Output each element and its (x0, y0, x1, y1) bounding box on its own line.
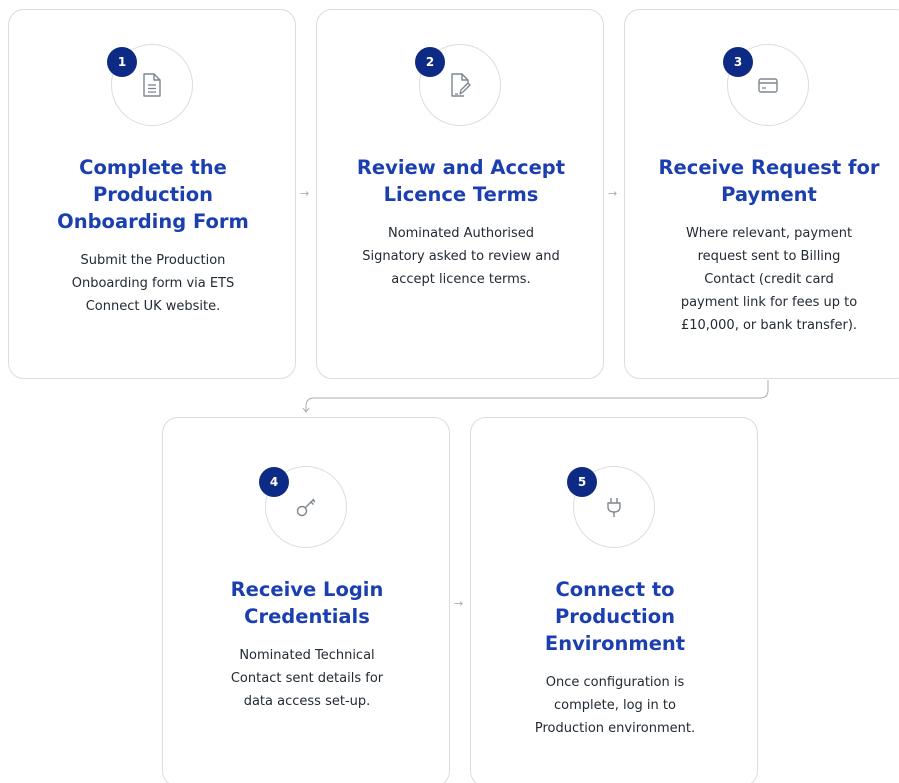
step-5-desc-line: complete, log in to (554, 698, 676, 713)
step-4-desc-line: Nominated Technical (239, 648, 375, 663)
step-5-title-line: Connect to (555, 578, 675, 601)
arrow-4-to-5: → (454, 597, 464, 610)
step-card-5: 5 Connect to Production Environment Once… (470, 417, 758, 783)
step-4-title-line: Credentials (244, 605, 370, 628)
key-icon (296, 498, 316, 517)
step-4-desc-line: data access set-up. (243, 694, 371, 709)
step-5-number-badge: 5 (567, 467, 597, 497)
step-4-desc-line: Contact sent details for (230, 671, 384, 686)
step-5-desc-line: Once configuration is (545, 675, 685, 690)
step-4-title-line: Receive Login (230, 578, 384, 601)
step-5-title-line: Production (555, 605, 675, 628)
step-4-title: Receive Login Credentials (163, 576, 451, 630)
step-4-number-badge: 4 (259, 467, 289, 497)
step-card-4: 4 Receive Login Credentials Nominated Te… (162, 417, 450, 783)
step-5-title: Connect to Production Environment (471, 576, 759, 657)
plug-icon (607, 498, 621, 517)
step-4-description: Nominated Technical Contact sent details… (163, 644, 451, 713)
step-5-description: Once configuration is complete, log in t… (471, 671, 759, 740)
step-5-title-line: Environment (544, 632, 686, 655)
step-5-desc-line: Production environment. (534, 721, 696, 736)
